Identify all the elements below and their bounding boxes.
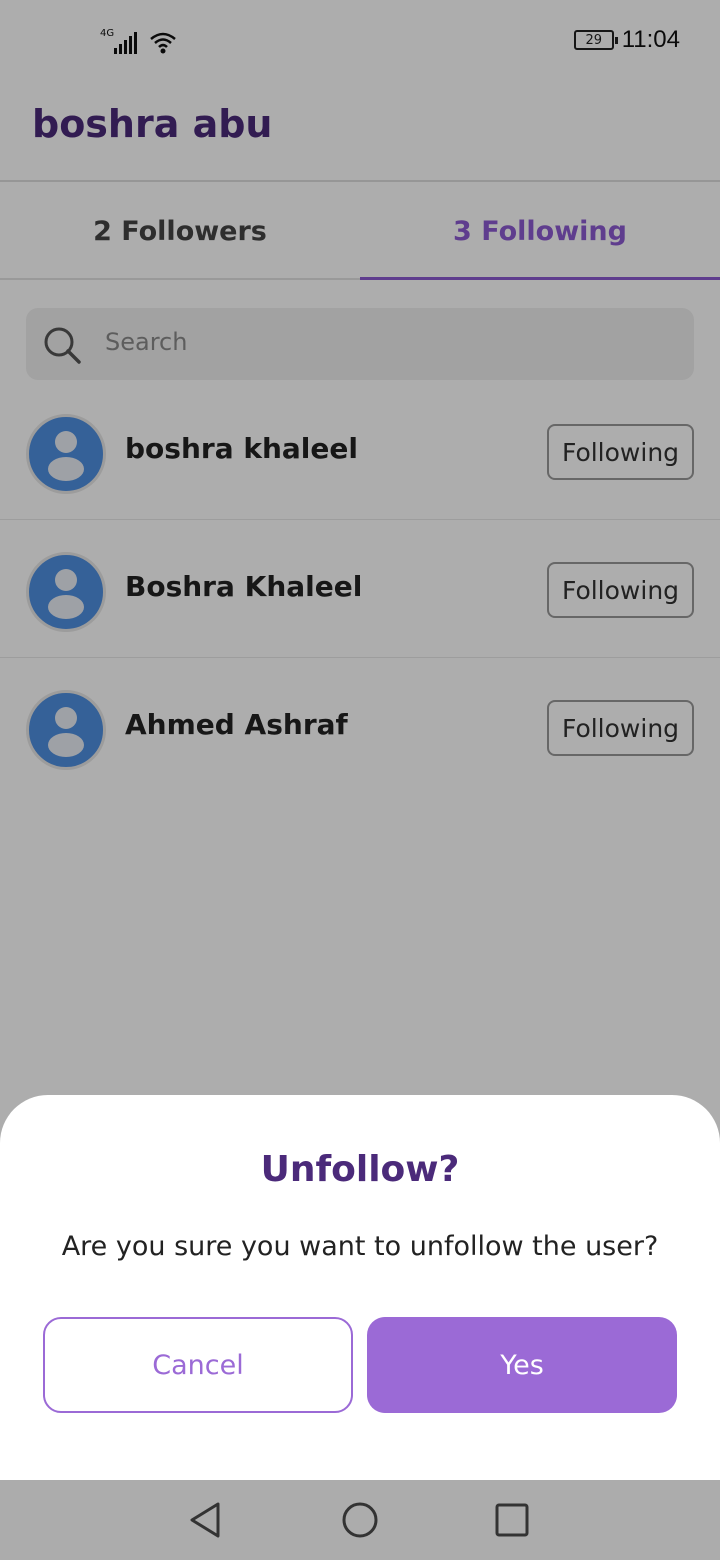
- recents-icon[interactable]: [492, 1500, 532, 1540]
- confirm-button[interactable]: Yes: [367, 1317, 677, 1413]
- dialog-message: Are you sure you want to unfollow the us…: [61, 1231, 659, 1262]
- unfollow-dialog: Unfollow? Are you sure you want to unfol…: [0, 1095, 720, 1480]
- back-icon[interactable]: [186, 1500, 226, 1540]
- dialog-title: Unfollow?: [260, 1149, 460, 1190]
- home-icon[interactable]: [340, 1500, 380, 1540]
- cancel-button[interactable]: Cancel: [43, 1317, 353, 1413]
- system-nav-bar: [0, 1480, 720, 1560]
